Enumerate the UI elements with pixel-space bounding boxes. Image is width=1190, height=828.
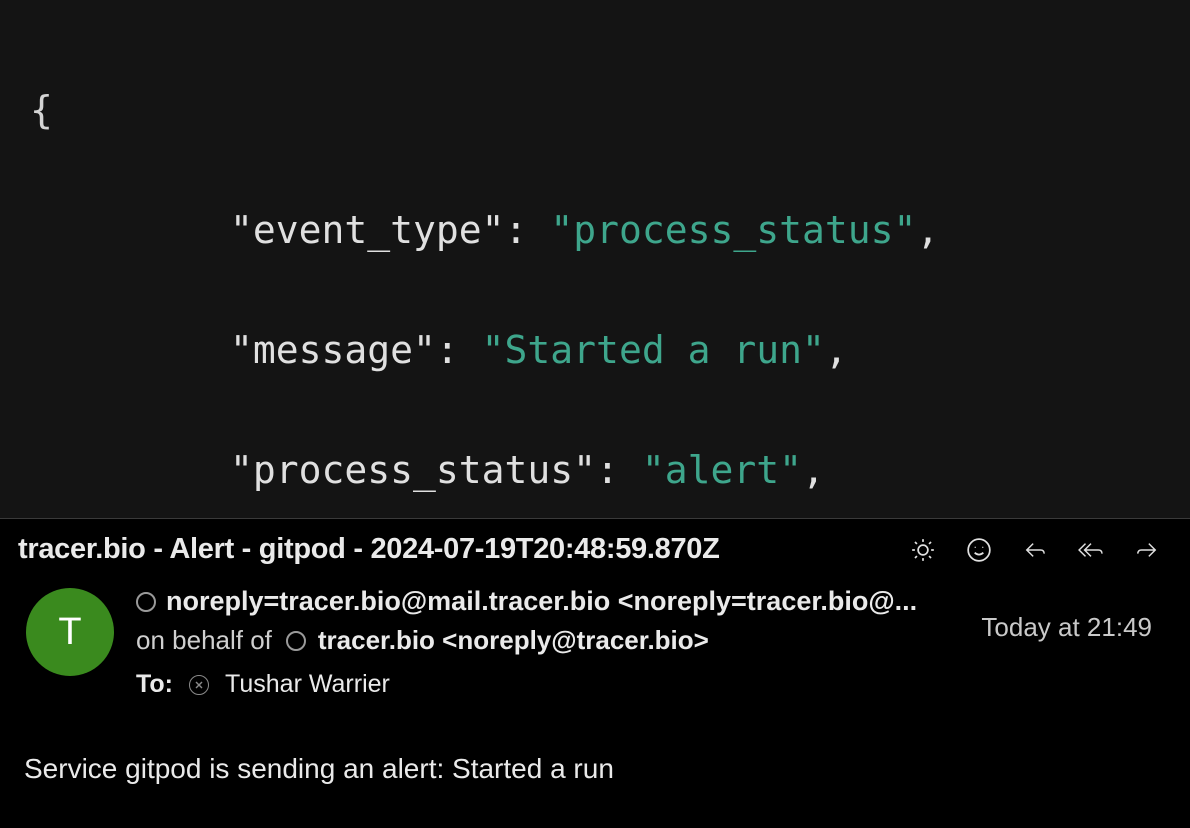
json-value: "process_status" (550, 208, 916, 252)
behalf-label: on behalf of (136, 625, 272, 656)
avatar-letter: T (58, 611, 81, 654)
email-meta-row: T noreply=tracer.bio@mail.tracer.bio <no… (0, 574, 1190, 699)
behalf-name: tracer.bio <noreply@tracer.bio> (286, 625, 709, 656)
to-line: To: Tushar Warrier (136, 670, 959, 699)
json-value: "Started a run" (482, 328, 825, 372)
presence-indicator-icon (136, 592, 156, 612)
smiley-icon[interactable] (966, 537, 992, 563)
remove-recipient-icon[interactable] (189, 675, 209, 695)
email-timestamp: Today at 21:49 (981, 584, 1172, 643)
email-preview-pane: tracer.bio - Alert - gitpod - 2024-07-19… (0, 518, 1190, 828)
email-header: tracer.bio - Alert - gitpod - 2024-07-19… (0, 519, 1190, 574)
open-brace: { (30, 88, 53, 132)
json-key: "event_type" (230, 208, 505, 252)
recipient-name[interactable]: Tushar Warrier (225, 670, 390, 699)
from-line: noreply=tracer.bio@mail.tracer.bio <nore… (136, 586, 959, 617)
reply-all-icon[interactable] (1078, 537, 1104, 563)
email-actions (910, 537, 1172, 563)
json-value: "alert" (642, 448, 802, 492)
json-key: "message" (230, 328, 436, 372)
to-label: To: (136, 670, 173, 699)
forward-icon[interactable] (1134, 537, 1160, 563)
avatar[interactable]: T (26, 588, 114, 676)
email-subject: tracer.bio - Alert - gitpod - 2024-07-19… (18, 533, 720, 566)
behalf-line: on behalf of tracer.bio <noreply@tracer.… (136, 625, 959, 656)
from-address: noreply=tracer.bio@mail.tracer.bio <nore… (166, 586, 917, 617)
email-body: Service gitpod is sending an alert: Star… (0, 699, 1190, 785)
code-editor-pane: { "event_type": "process_status", "messa… (0, 0, 1190, 518)
email-meta-text: noreply=tracer.bio@mail.tracer.bio <nore… (136, 584, 959, 699)
presence-indicator-icon (286, 631, 306, 651)
sun-icon[interactable] (910, 537, 936, 563)
reply-icon[interactable] (1022, 537, 1048, 563)
json-key: "process_status" (230, 448, 596, 492)
